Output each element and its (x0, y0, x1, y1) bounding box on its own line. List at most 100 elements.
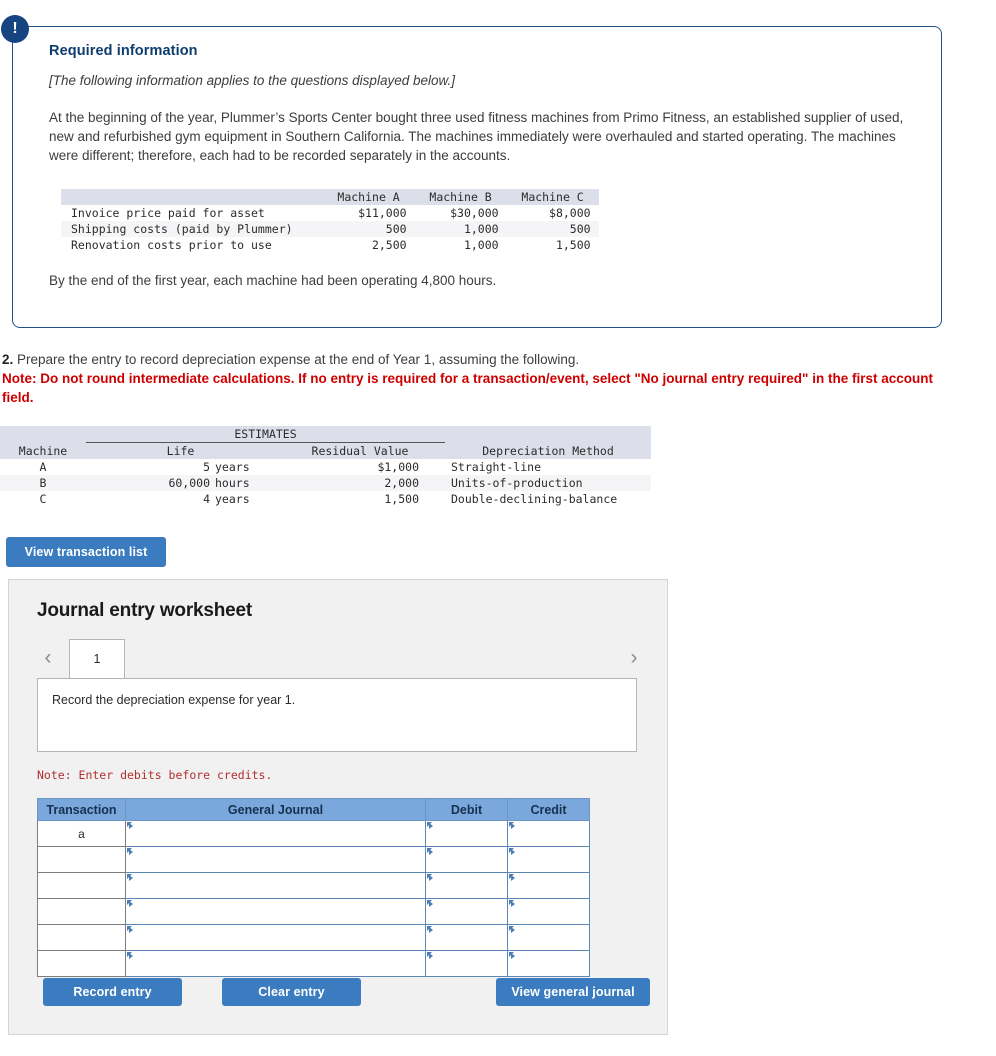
cell-method: Straight-line (451, 460, 542, 474)
estimates-table-head: ESTIMATES Machine Life Residual Value De… (0, 426, 651, 459)
cell-life-unit: years (215, 492, 250, 506)
worksheet-title: Journal entry worksheet (37, 600, 253, 621)
credit-input-row-3[interactable] (507, 872, 590, 899)
debit-input-row-3[interactable] (425, 872, 508, 899)
cell-transaction (37, 950, 126, 977)
row-label: Shipping costs (paid by Plummer) (71, 222, 293, 236)
chevron-left-icon[interactable]: ‹ (37, 645, 59, 671)
cell-residual: $1,000 (377, 460, 419, 474)
view-general-journal-button[interactable]: View general journal (496, 978, 650, 1006)
cell-machine-a: 500 (385, 222, 407, 236)
credit-input-row-2[interactable] (507, 846, 590, 873)
estimates-table: ESTIMATES Machine Life Residual Value De… (0, 426, 651, 507)
table-header-row: Machine A Machine B Machine C (61, 189, 599, 205)
required-information-panel: ! Required information [The following in… (1, 15, 944, 330)
clear-entry-button[interactable]: Clear entry (222, 978, 361, 1006)
column-header-blank (61, 189, 323, 205)
question-text: Prepare the entry to record depreciation… (17, 352, 580, 367)
debit-input-row-2[interactable] (425, 846, 508, 873)
column-header-debit: Debit (425, 798, 508, 821)
record-entry-button[interactable]: Record entry (43, 978, 182, 1006)
chevron-right-icon[interactable]: › (623, 645, 645, 671)
machine-cost-table: Machine A Machine B Machine C Invoice pr… (61, 189, 599, 253)
table-row (37, 924, 590, 951)
worksheet-tab-strip: ‹ 1 › (37, 639, 645, 678)
required-information-footer: By the end of the first year, each machi… (49, 273, 497, 288)
machine-cost-table-head: Machine A Machine B Machine C (61, 189, 599, 205)
required-information-content: Required information [The following info… (13, 27, 941, 288)
question-line: 2. Prepare the entry to record depreciat… (2, 352, 950, 367)
account-select-row-2[interactable] (125, 846, 426, 873)
debit-input-row-4[interactable] (425, 898, 508, 925)
worksheet-description-box: Record the depreciation expense for year… (37, 678, 637, 752)
group-header-estimates: ESTIMATES (86, 426, 445, 443)
table-row: Renovation costs prior to use 2,500 1,00… (61, 237, 599, 253)
debit-input-row-1[interactable] (425, 820, 508, 847)
cell-machine-b: $30,000 (450, 206, 499, 220)
tab-1[interactable]: 1 (69, 639, 125, 678)
table-row (37, 898, 590, 925)
cell-transaction (37, 872, 126, 899)
cell-life-value: 60,000 (168, 476, 210, 490)
worksheet-description-text: Record the depreciation expense for year… (52, 693, 296, 707)
cell-method: Units-of-production (451, 476, 583, 490)
estimates-group-header-row: ESTIMATES (0, 426, 651, 443)
machine-cost-table-body: Invoice price paid for asset $11,000 $30… (61, 205, 599, 253)
question-block: 2. Prepare the entry to record depreciat… (2, 352, 950, 407)
account-select-row-1[interactable] (125, 820, 426, 847)
column-header-machine-a: Machine A (337, 190, 400, 204)
credit-input-row-5[interactable] (507, 924, 590, 951)
debit-input-row-5[interactable] (425, 924, 508, 951)
column-header-life: Life (166, 444, 195, 458)
required-information-box: ! Required information [The following in… (1, 15, 942, 328)
credit-input-row-6[interactable] (507, 950, 590, 977)
column-header-machine: Machine (18, 443, 68, 458)
account-select-row-3[interactable] (125, 872, 426, 899)
cell-transaction (37, 924, 126, 951)
column-header-residual-value: Residual Value (311, 444, 409, 458)
account-select-row-4[interactable] (125, 898, 426, 925)
cell-machine: A (39, 460, 47, 474)
estimates-table-wrap: ESTIMATES Machine Life Residual Value De… (0, 426, 651, 507)
debits-before-credits-note: Note: Enter debits before credits. (37, 768, 273, 782)
cell-life-unit: hours (215, 476, 250, 490)
row-label: Renovation costs prior to use (71, 238, 272, 252)
table-row (37, 950, 590, 977)
view-transaction-list-button[interactable]: View transaction list (6, 537, 166, 567)
cell-life-value: 4 (203, 492, 210, 506)
journal-table-wrap: Transaction General Journal Debit Credit… (37, 798, 590, 977)
table-row (37, 872, 590, 899)
group-header-blank (445, 426, 651, 443)
estimates-table-body: A 5 years $1,000 Straight-line B 60,000 … (0, 459, 651, 507)
cell-machine-c: 1,500 (555, 238, 591, 252)
column-header-credit: Credit (507, 798, 590, 821)
exclamation-icon: ! (1, 15, 29, 43)
table-row: C 4 years 1,500 Double-declining-balance (0, 491, 651, 507)
cell-life-value: 5 (203, 460, 210, 474)
column-header-general-journal: General Journal (125, 798, 426, 821)
account-select-row-5[interactable] (125, 924, 426, 951)
cell-life-unit: years (215, 460, 250, 474)
cell-transaction (37, 846, 126, 873)
debit-input-row-6[interactable] (425, 950, 508, 977)
table-row: Invoice price paid for asset $11,000 $30… (61, 205, 599, 221)
table-row: Shipping costs (paid by Plummer) 500 1,0… (61, 221, 599, 237)
credit-input-row-4[interactable] (507, 898, 590, 925)
table-row (37, 846, 590, 873)
cell-transaction (37, 898, 126, 925)
cell-machine-b: 1,000 (463, 238, 499, 252)
cell-machine-c: $8,000 (549, 206, 591, 220)
account-select-row-6[interactable] (125, 950, 426, 977)
estimates-header-row: Machine Life Residual Value Depreciation… (0, 442, 651, 459)
required-information-title: Required information (49, 43, 198, 59)
journal-entry-worksheet: Journal entry worksheet ‹ 1 › Record the… (8, 579, 668, 1035)
journal-entry-table: Transaction General Journal Debit Credit… (37, 798, 590, 977)
table-row: B 60,000 hours 2,000 Units-of-production (0, 475, 651, 491)
required-information-italic-note: [The following information applies to th… (49, 73, 455, 88)
cell-machine-b: 1,000 (463, 222, 499, 236)
cell-machine-a: $11,000 (358, 206, 407, 220)
cell-machine: C (39, 492, 47, 506)
credit-input-row-1[interactable] (507, 820, 590, 847)
column-header-transaction: Transaction (37, 798, 126, 821)
cell-transaction: a (37, 820, 126, 847)
